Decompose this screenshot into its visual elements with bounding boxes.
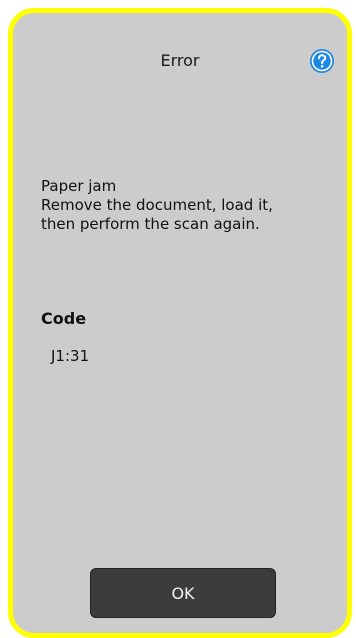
error-code-value: J1:31 — [51, 347, 90, 365]
help-button[interactable] — [309, 48, 335, 74]
message-line: Remove the document, load it, — [41, 196, 273, 214]
code-label: Code — [41, 309, 87, 328]
error-dialog: Error Paper jam Remove the document, loa… — [8, 8, 352, 638]
error-message: Paper jam Remove the document, load it, … — [41, 177, 321, 234]
message-line: Paper jam — [41, 177, 117, 195]
ok-button[interactable]: OK — [90, 568, 276, 618]
message-line: then perform the scan again. — [41, 215, 260, 233]
dialog-title: Error — [160, 51, 200, 70]
question-circle-icon — [310, 49, 334, 73]
